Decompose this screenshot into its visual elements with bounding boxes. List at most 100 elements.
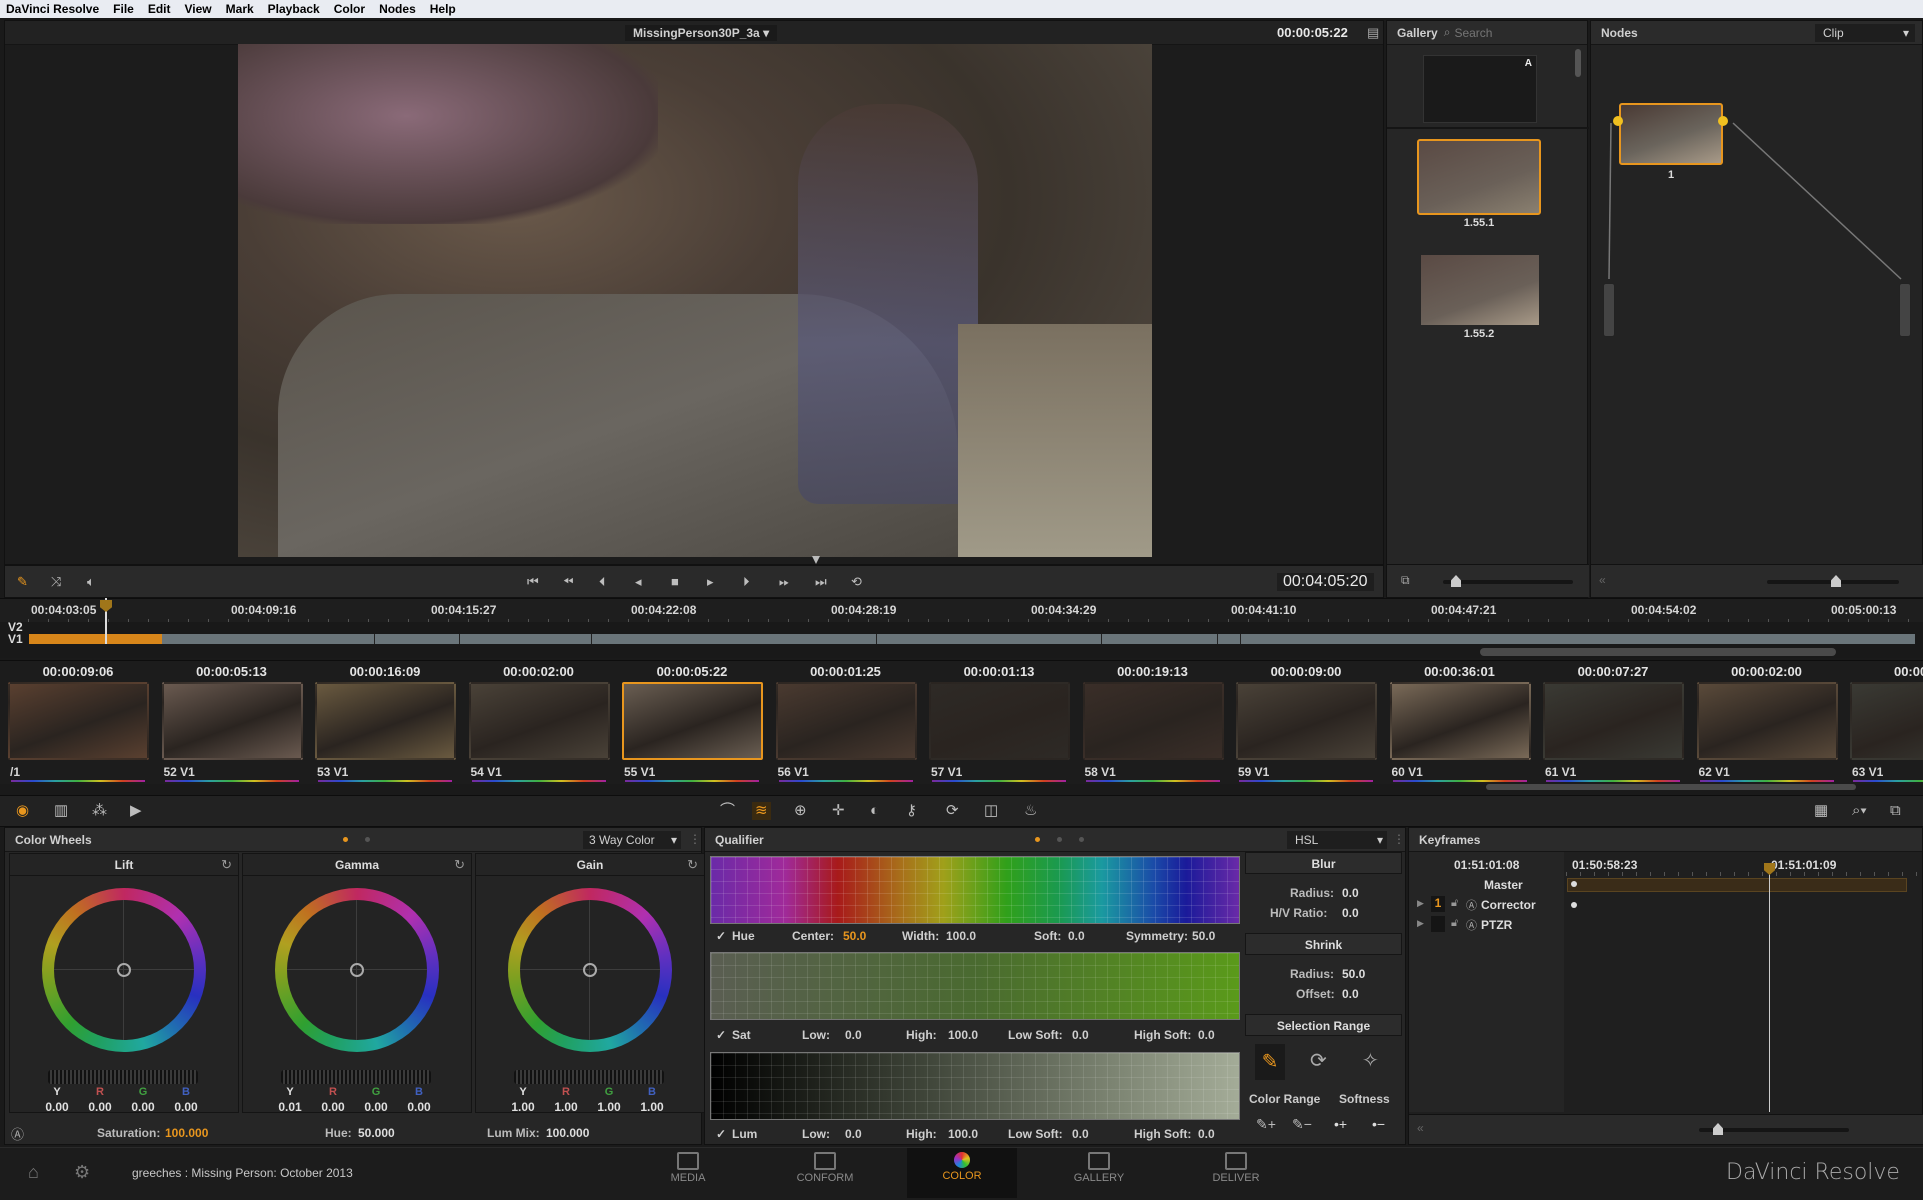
lock-icon[interactable]: 🔓︎ xyxy=(1451,917,1458,930)
lum-checkbox[interactable]: ✓ xyxy=(716,1127,726,1141)
fast-forward-icon[interactable]: ⏩︎ xyxy=(779,574,789,590)
channel-value-y[interactable]: 0.01 xyxy=(272,1100,308,1114)
hv-ratio-value[interactable]: 0.0 xyxy=(1342,906,1359,920)
low-value[interactable]: 0.0 xyxy=(845,1028,862,1042)
reset-icon[interactable]: ↻ xyxy=(454,857,465,873)
high-value[interactable]: 100.0 xyxy=(948,1127,978,1141)
clip-image[interactable] xyxy=(1082,682,1224,760)
keyframe-dot[interactable] xyxy=(1571,881,1577,887)
auto-icon[interactable]: Ⓐ xyxy=(1466,917,1477,933)
wheel-mode-dropdown[interactable]: 3 Way Color ▾ xyxy=(583,831,681,849)
sat-qualifier-bar[interactable] xyxy=(710,952,1240,1020)
auto-balance-icon[interactable]: Ⓐ xyxy=(11,1124,24,1143)
panel-options-icon[interactable]: ⋮ xyxy=(689,832,701,846)
prev-frame-icon[interactable]: ⏴︎ xyxy=(599,574,606,590)
picker-add-icon[interactable]: ✎+ xyxy=(1256,1116,1276,1133)
master-keyframe-bar[interactable] xyxy=(1567,878,1907,892)
slider-handle[interactable] xyxy=(1713,1123,1723,1135)
stills-icon[interactable]: ⧉ xyxy=(1401,573,1410,588)
channel-value-g[interactable]: 1.00 xyxy=(591,1100,627,1114)
clip-thumbnail[interactable]: 00:00:05:22 55 V1 xyxy=(619,661,765,785)
grid-view-icon[interactable]: ▦ xyxy=(1814,802,1828,820)
next-frame-icon[interactable]: ⏵︎ xyxy=(743,574,750,590)
clip-image[interactable] xyxy=(468,682,610,760)
channel-value-b[interactable]: 0.00 xyxy=(401,1100,437,1114)
lummix-value[interactable]: 100.000 xyxy=(546,1126,589,1140)
key-icon[interactable]: ⚷ xyxy=(906,802,917,820)
clip-image[interactable] xyxy=(1389,682,1531,760)
clip-thumbnail[interactable]: 00:00:01:25 56 V1 xyxy=(773,661,919,785)
stop-icon[interactable]: ■ xyxy=(671,574,679,590)
curves-icon[interactable]: ⌒ xyxy=(720,802,735,820)
sizing-icon[interactable]: ⟳ xyxy=(946,802,959,820)
node-input-dot[interactable] xyxy=(1613,116,1623,126)
clip-image[interactable] xyxy=(8,682,149,760)
channel-value-r[interactable]: 1.00 xyxy=(548,1100,584,1114)
channel-value-r[interactable]: 0.00 xyxy=(82,1100,118,1114)
nav-deliver[interactable]: DELIVER xyxy=(1181,1148,1291,1198)
menu-file[interactable]: File xyxy=(113,2,134,16)
clip-name-dropdown[interactable]: MissingPerson30P_3a ▾ xyxy=(625,25,778,41)
color-wheel[interactable] xyxy=(275,888,439,1052)
color-wheel[interactable] xyxy=(508,888,672,1052)
master-wheel-jog[interactable] xyxy=(281,1070,431,1084)
softness-add-icon[interactable]: •+ xyxy=(1334,1116,1347,1132)
picker-icon[interactable]: ✎ xyxy=(1255,1044,1285,1080)
clip-image[interactable] xyxy=(622,682,763,760)
sat-checkbox[interactable]: ✓ xyxy=(716,1028,726,1042)
nav-media[interactable]: MEDIA xyxy=(633,1148,743,1198)
clip-image[interactable] xyxy=(1696,682,1838,760)
soft-value[interactable]: 0.0 xyxy=(1068,929,1085,943)
wheel-center-handle[interactable] xyxy=(117,963,131,977)
offset-value[interactable]: 0.0 xyxy=(1342,987,1359,1001)
collapse-icon[interactable]: « xyxy=(1417,1121,1424,1135)
gallery-zoom-slider[interactable] xyxy=(1443,580,1573,584)
shrink-radius-value[interactable]: 50.0 xyxy=(1342,967,1365,981)
low-value[interactable]: 0.0 xyxy=(845,1127,862,1141)
rgb-mixer-icon[interactable]: ⁂ xyxy=(92,802,107,820)
clip-thumbnail[interactable]: 00:00:02:00 54 V1 xyxy=(466,661,612,785)
magic-wand-icon[interactable]: ✧ xyxy=(1362,1048,1379,1073)
panel-options-icon[interactable]: ⋮ xyxy=(1393,832,1405,846)
clip-thumbnail[interactable]: 00:00:16:09 53 V1 xyxy=(312,661,458,785)
keyframe-dot[interactable] xyxy=(1571,902,1577,908)
clip-thumbnail[interactable]: 00:00:09:06 /1 xyxy=(5,661,151,785)
lock-icon[interactable]: 🔓︎ xyxy=(1451,897,1458,910)
expand-icon[interactable]: ▶ xyxy=(1417,918,1424,929)
viewer-image[interactable] xyxy=(238,44,1152,557)
primaries-bars-icon[interactable]: ▥ xyxy=(54,802,68,820)
clip-image[interactable] xyxy=(1543,682,1684,760)
master-wheel-jog[interactable] xyxy=(514,1070,664,1084)
clip-thumbnail[interactable]: 00:00:05:13 52 V1 xyxy=(159,661,305,785)
shuffle-icon[interactable]: ⤨ xyxy=(51,574,61,590)
nav-color[interactable]: COLOR xyxy=(907,1148,1017,1198)
tracker-icon[interactable]: ✛ xyxy=(832,802,845,820)
qualifier-mode-dropdown[interactable]: HSL ▾ xyxy=(1287,831,1387,849)
v1-clip-current[interactable] xyxy=(29,634,162,644)
cull-icon[interactable]: ⟳ xyxy=(1310,1048,1327,1073)
channel-value-b[interactable]: 1.00 xyxy=(634,1100,670,1114)
flame-icon[interactable]: ♨ xyxy=(1024,802,1037,820)
clip-thumbnail[interactable]: 00:00:19:13 58 V1 xyxy=(1080,661,1226,785)
loop-icon[interactable]: ⟲ xyxy=(851,574,862,590)
wheel-center-handle[interactable] xyxy=(350,963,364,977)
channel-value-r[interactable]: 0.00 xyxy=(315,1100,351,1114)
source-node-handle[interactable] xyxy=(1603,283,1615,337)
timeline-scrollbar[interactable] xyxy=(1480,648,1836,656)
gallery-search-input[interactable] xyxy=(1454,25,1565,40)
low-soft-value[interactable]: 0.0 xyxy=(1072,1127,1089,1141)
expand-icon[interactable]: ▶ xyxy=(1417,898,1424,909)
high-soft-value[interactable]: 0.0 xyxy=(1198,1028,1215,1042)
gallery-scrollbar[interactable] xyxy=(1575,49,1581,77)
still-thumb[interactable] xyxy=(1417,139,1541,215)
reset-icon[interactable]: ↻ xyxy=(221,857,232,873)
slider-handle[interactable] xyxy=(1451,575,1461,587)
blur-radius-value[interactable]: 0.0 xyxy=(1342,886,1359,900)
channel-value-g[interactable]: 0.00 xyxy=(125,1100,161,1114)
width-value[interactable]: 100.0 xyxy=(946,929,976,943)
center-value[interactable]: 50.0 xyxy=(843,929,866,943)
clip-image[interactable] xyxy=(1850,682,1923,760)
clip-thumbnail[interactable]: 00:00:01:13 57 V1 xyxy=(926,661,1072,785)
menu-view[interactable]: View xyxy=(185,2,212,16)
reverse-play-icon[interactable]: ◂ xyxy=(635,574,642,590)
